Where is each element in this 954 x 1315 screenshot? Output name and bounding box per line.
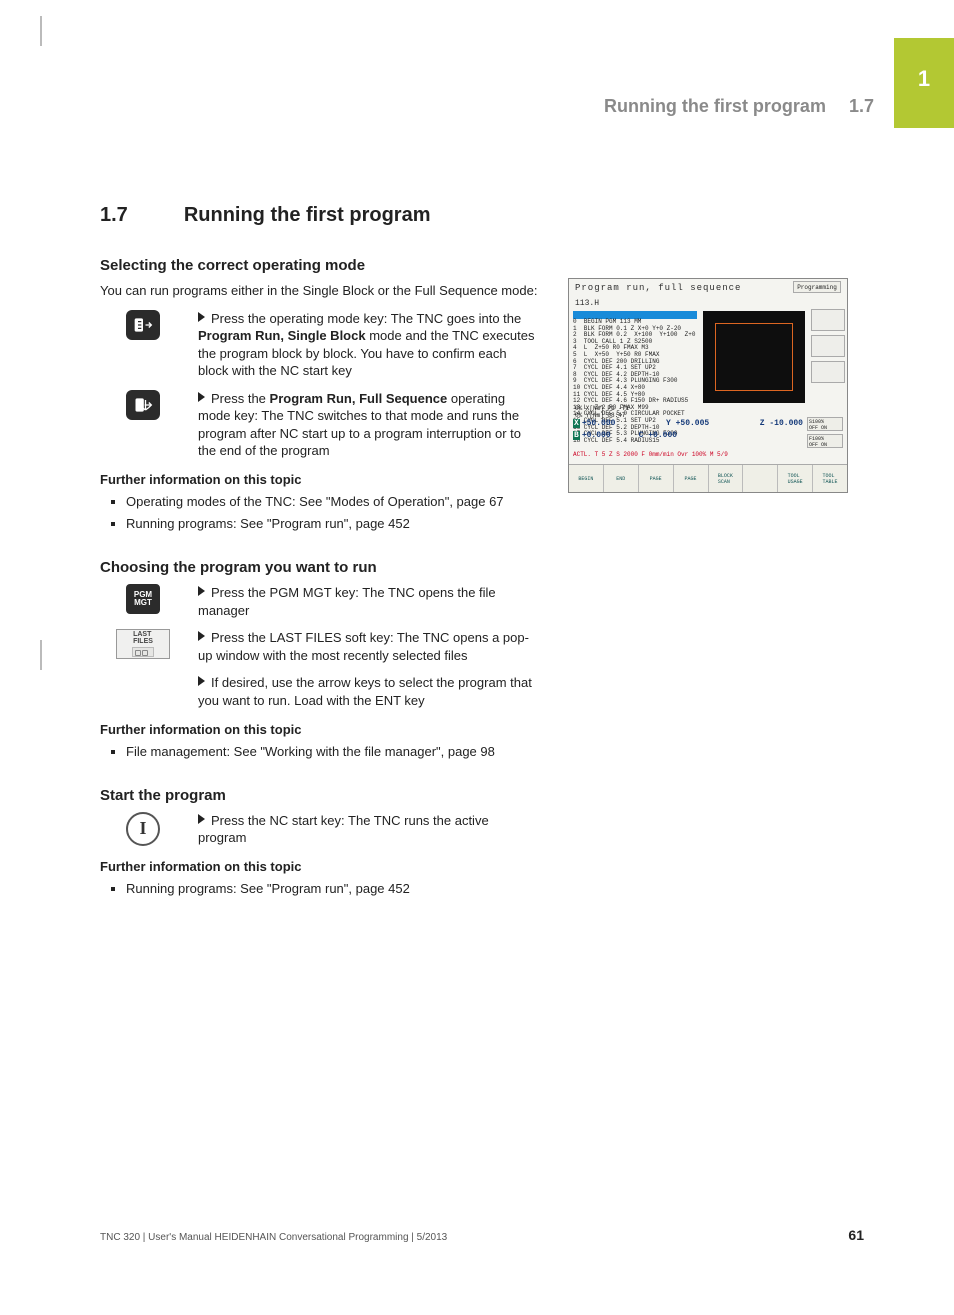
running-number: 1.7 <box>849 96 874 116</box>
softbar-5 <box>743 465 778 492</box>
shot-side-buttons <box>811 309 845 383</box>
s2-step2-text: Press the LAST FILES soft key: The TNC o… <box>198 629 540 664</box>
caret-icon <box>198 392 205 402</box>
s3-bullet1: Running programs: See "Program run", pag… <box>126 880 540 898</box>
shot-dist: 0% X[Nm] P1 -T1 0% Y[Nm] 08:47 <box>575 405 629 419</box>
softbar-7: TOOL TABLE <box>813 465 847 492</box>
s1-step2-bold: Program Run, Full Sequence <box>270 391 448 406</box>
shot-dist-1: 0% X[Nm] P1 -T1 <box>575 405 629 412</box>
ax-c-val: +0.000 <box>648 431 677 440</box>
s2-step3-text: If desired, use the arrow keys to select… <box>198 674 540 709</box>
gutter-mark-mid <box>40 640 42 670</box>
running-title: Running the first program <box>604 96 826 116</box>
s3-heading: Start the program <box>100 787 540 804</box>
s1-step1-pre: Press the operating mode key: The TNC go… <box>211 311 521 326</box>
ov-s: S100%OFF ON <box>807 417 843 431</box>
ax-y: Y <box>666 419 671 428</box>
s2-step1: PGM MGT Press the PGM MGT key: The TNC o… <box>100 584 540 619</box>
shot-pos-row2: B+0.000 C +0.000 <box>573 431 803 440</box>
s2-step2: LAST FILES Press the LAST FILES soft key… <box>100 629 540 664</box>
shot-pos-row1: X+50.000 Y +50.005 Z -10.000 <box>573 419 803 428</box>
softbar-3: PAGE <box>674 465 709 492</box>
files-icon <box>132 647 154 657</box>
shot-dist-2: 0% Y[Nm] 08:47 <box>575 412 629 419</box>
shot-title: Program run, full sequence <box>575 283 741 293</box>
s1-bullets: Operating modes of the TNC: See "Modes o… <box>100 493 540 533</box>
s2-step3-body: If desired, use the arrow keys to select… <box>198 675 532 708</box>
side-btn <box>811 335 845 357</box>
s2-step1-body: Press the PGM MGT key: The TNC opens the… <box>198 585 496 618</box>
pgm-mgt-key-icon: PGM MGT <box>126 584 160 614</box>
shot-softbar: BEGIN END PAGE PAGE BLOCK SCAN TOOL USAG… <box>569 464 847 492</box>
s1-step2-text: Press the Program Run, Full Sequence ope… <box>198 390 540 460</box>
tnc-screenshot: Program run, full sequence Programming 1… <box>568 278 848 493</box>
ax-z-val: -10.000 <box>769 419 803 428</box>
gutter-mark-top <box>40 16 42 46</box>
s2-bullets: File management: See "Working with the f… <box>100 743 540 761</box>
s1-step2-pre: Press the <box>211 391 270 406</box>
footer: TNC 320 | User's Manual HEIDENHAIN Conve… <box>100 1227 864 1243</box>
s1-intro: You can run programs either in the Singl… <box>100 282 540 300</box>
softbar-0: BEGIN <box>569 465 604 492</box>
caret-icon <box>198 814 205 824</box>
ax-b: B <box>573 431 580 440</box>
s2-heading: Choosing the program you want to run <box>100 559 540 576</box>
last-files-softkey-icon: LAST FILES <box>116 629 170 659</box>
shot-status: ACTL. T 5 Z S 2000 F 0mm/min Ovr 100% M … <box>573 451 843 458</box>
s3-step1: I Press the NC start key: The TNC runs t… <box>100 812 540 847</box>
side-btn <box>811 361 845 383</box>
ax-b-val: +0.000 <box>582 431 611 440</box>
softbar-4: BLOCK SCAN <box>709 465 744 492</box>
s1-further: Further information on this topic <box>100 472 540 487</box>
s2-bullet1: File management: See "Working with the f… <box>126 743 540 761</box>
ax-c: C <box>639 431 644 440</box>
s3-bullets: Running programs: See "Program run", pag… <box>100 880 540 898</box>
s1-heading: Selecting the correct operating mode <box>100 257 540 274</box>
ax-x: X <box>573 419 580 428</box>
ax-z: Z <box>760 419 765 428</box>
s2-further: Further information on this topic <box>100 722 540 737</box>
running-head: Running the first program 1.7 <box>604 96 874 117</box>
page-number: 61 <box>848 1227 864 1243</box>
s2-step2-body: Press the LAST FILES soft key: The TNC o… <box>198 630 529 663</box>
page: 1 Running the first program 1.7 1.7 Runn… <box>0 0 954 1315</box>
s1-step1: Press the operating mode key: The TNC go… <box>100 310 540 380</box>
caret-icon <box>198 631 205 641</box>
ov-f: F100%OFF ON <box>807 434 843 448</box>
last-files-label: LAST FILES <box>133 631 153 645</box>
s1-bullet1: Operating modes of the TNC: See "Modes o… <box>126 493 540 511</box>
side-btn <box>811 309 845 331</box>
s3-further: Further information on this topic <box>100 859 540 874</box>
s3-step1-body: Press the NC start key: The TNC runs the… <box>198 813 489 846</box>
s1-bullet2: Running programs: See "Program run", pag… <box>126 515 540 533</box>
chapter-tab: 1 <box>894 38 954 128</box>
softbar-2: PAGE <box>639 465 674 492</box>
s1-step1-text: Press the operating mode key: The TNC go… <box>198 310 540 380</box>
full-sequence-key-icon <box>126 390 160 420</box>
shot-graphic <box>703 311 805 403</box>
section-title: Running the first program <box>184 204 431 227</box>
single-block-key-icon <box>126 310 160 340</box>
softbar-1: END <box>604 465 639 492</box>
s1-step2: Press the Program Run, Full Sequence ope… <box>100 390 540 460</box>
section-number: 1.7 <box>100 204 128 227</box>
shot-override: S100%OFF ON F100%OFF ON <box>807 417 843 451</box>
shot-mode-box: Programming <box>793 281 841 293</box>
shot-graphic-frame <box>715 323 793 391</box>
ax-x-val: +50.000 <box>582 419 616 428</box>
softbar-6: TOOL USAGE <box>778 465 813 492</box>
caret-icon <box>198 586 205 596</box>
content-column: 1.7 Running the first program Selecting … <box>100 204 540 902</box>
section-heading: 1.7 Running the first program <box>100 204 540 227</box>
shot-file: 113.H <box>575 299 599 308</box>
s2-step3: If desired, use the arrow keys to select… <box>100 674 540 709</box>
caret-icon <box>198 676 205 686</box>
s3-step1-text: Press the NC start key: The TNC runs the… <box>198 812 540 847</box>
footer-left: TNC 320 | User's Manual HEIDENHAIN Conve… <box>100 1232 447 1243</box>
s1-step1-bold: Program Run, Single Block <box>198 328 366 343</box>
nc-start-key-icon: I <box>126 812 160 846</box>
ax-y-val: +50.005 <box>676 419 710 428</box>
s2-step1-text: Press the PGM MGT key: The TNC opens the… <box>198 584 540 619</box>
caret-icon <box>198 312 205 322</box>
